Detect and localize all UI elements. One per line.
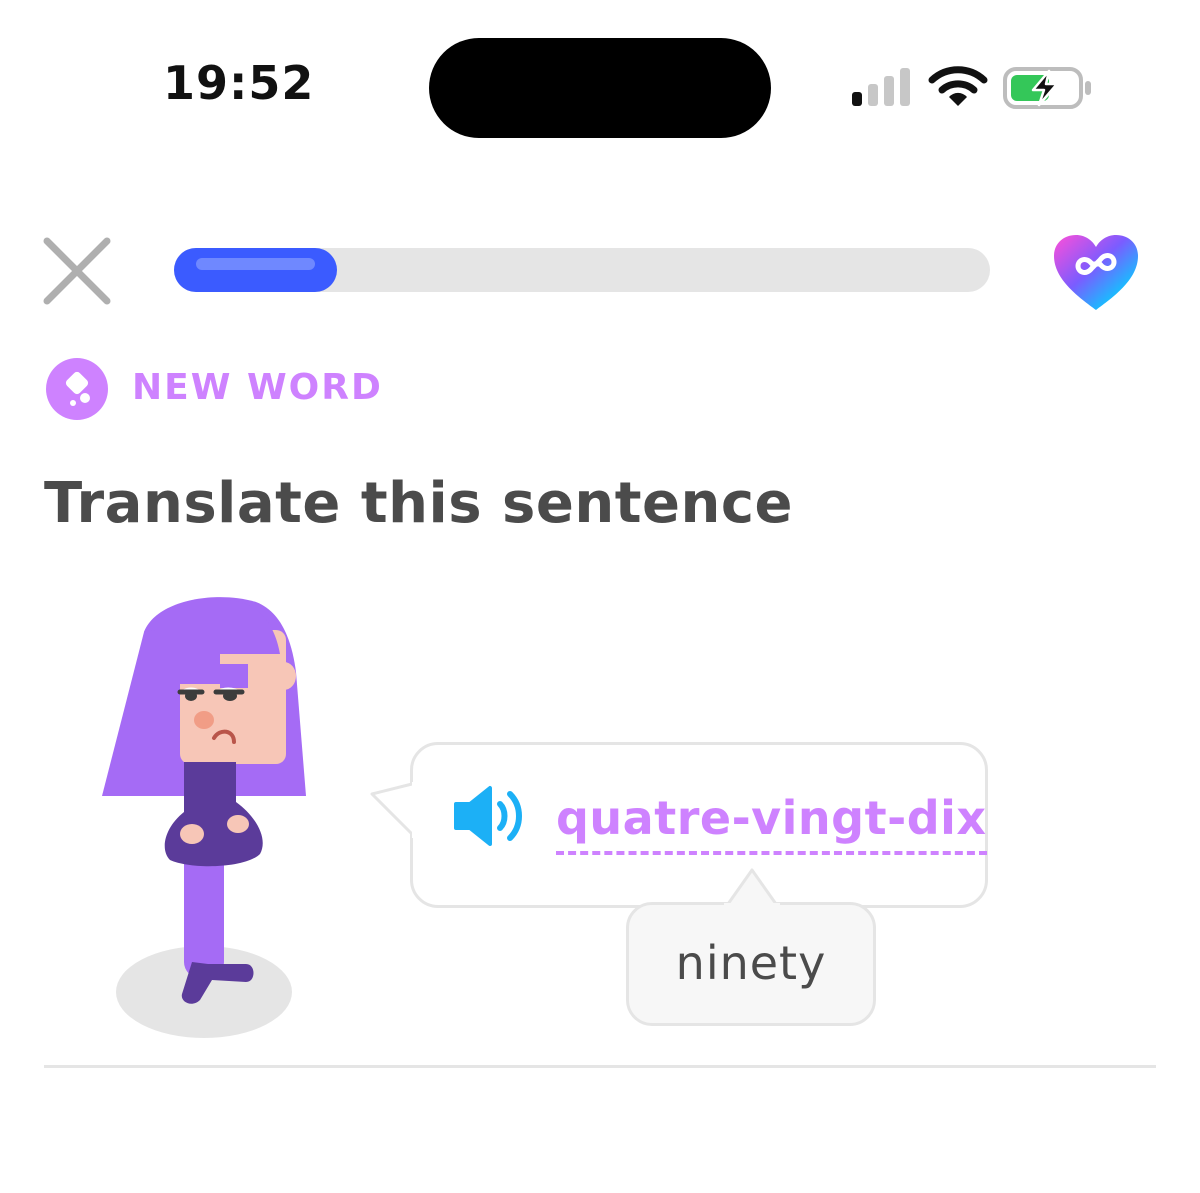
- prompt-title: Translate this sentence: [44, 471, 794, 536]
- close-icon[interactable]: [42, 236, 112, 306]
- character-lily-illustration: [102, 597, 306, 1038]
- cellular-signal-icon: [852, 68, 910, 106]
- speech-bubble-tail: [370, 782, 418, 838]
- foreign-word-hint-target[interactable]: quatre-vingt-dix: [556, 795, 987, 855]
- speaker-icon[interactable]: [452, 784, 528, 848]
- divider: [44, 1065, 1156, 1068]
- status-time: 19:52: [163, 56, 315, 110]
- new-word-label: NEW WORD: [132, 367, 383, 408]
- new-word-badge-icon: [46, 358, 108, 420]
- wifi-icon: [928, 66, 988, 106]
- progress-fill: [174, 248, 338, 292]
- hint-tooltip-tail: [724, 868, 780, 906]
- progress-shine: [196, 258, 316, 270]
- infinity-heart-icon[interactable]: [1050, 232, 1142, 314]
- battery-charging-icon: [1003, 67, 1091, 109]
- progress-bar: [174, 248, 990, 292]
- hint-translation: ninety: [675, 936, 827, 990]
- dynamic-island: [429, 38, 771, 138]
